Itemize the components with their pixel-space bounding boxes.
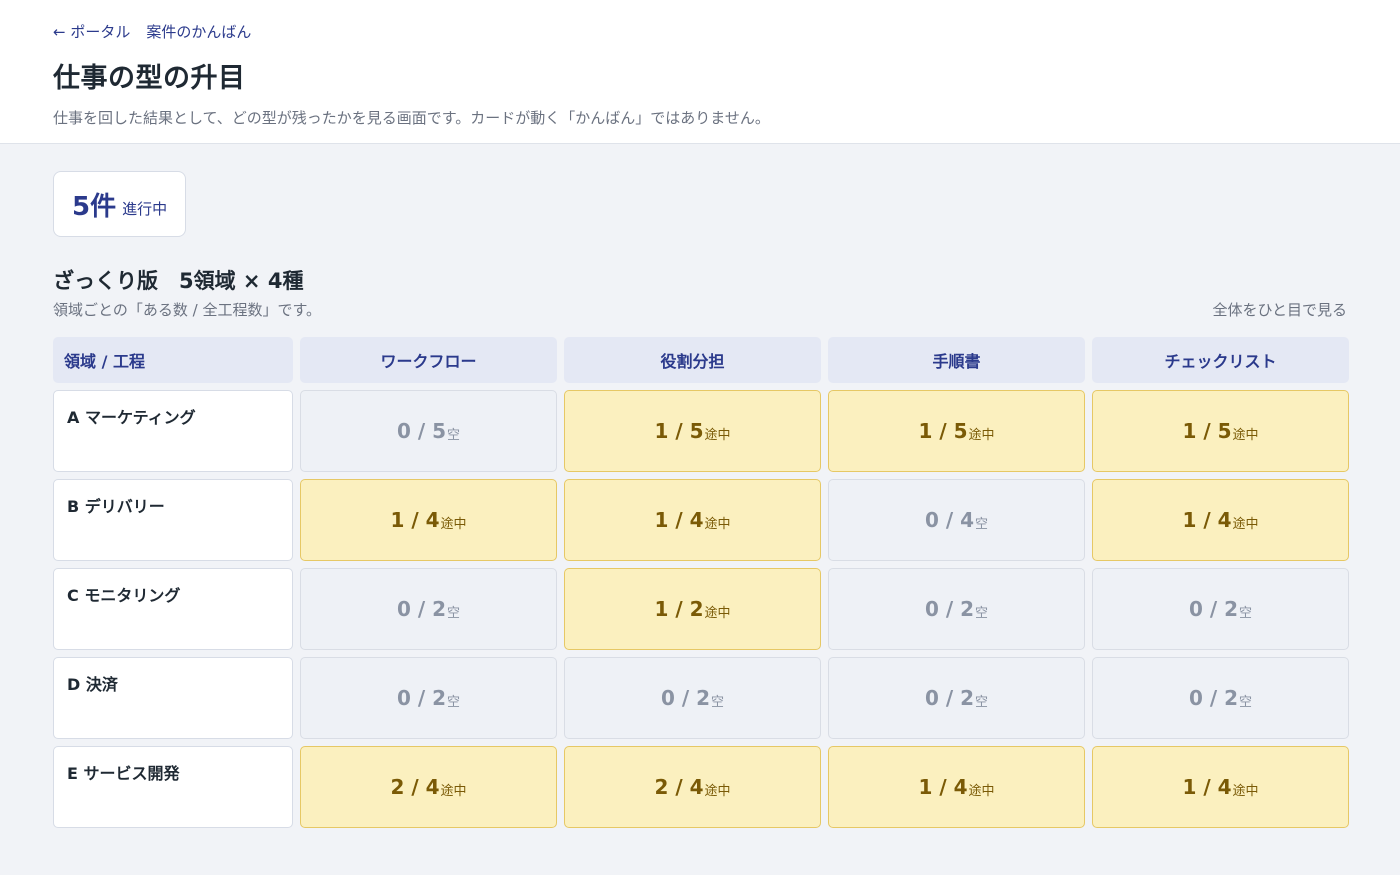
matrix-cell[interactable]: 0 / 2空: [1092, 657, 1349, 739]
cell-ratio: 0 / 2: [660, 686, 711, 710]
cell-ratio: 0 / 4: [924, 508, 975, 532]
cell-ratio: 1 / 4: [918, 775, 968, 799]
section-title: ざっくり版 5領域 × 4種: [53, 269, 304, 293]
cell-ratio: 2 / 4: [390, 775, 440, 799]
matrix-cell[interactable]: 0 / 2空: [828, 657, 1085, 739]
cell-status: 空: [975, 516, 989, 532]
cell-status: 途中: [1232, 427, 1259, 443]
cell-ratio: 1 / 4: [654, 508, 704, 532]
cell-ratio: 0 / 2: [924, 597, 975, 621]
page-title: 仕事の型の升目: [53, 63, 246, 94]
cell-ratio: 1 / 4: [1182, 775, 1232, 799]
cell-ratio: 1 / 5: [654, 419, 704, 443]
matrix-cell[interactable]: 1 / 5 途中: [564, 390, 821, 472]
matrix-cell[interactable]: 2 / 4 途中: [300, 746, 557, 828]
cell-status: 途中: [440, 783, 467, 799]
cell-ratio: 0 / 2: [396, 597, 447, 621]
cell-status: 途中: [1232, 783, 1259, 799]
cell-ratio: 2 / 4: [654, 775, 704, 799]
row-label: C モニタリング: [53, 568, 293, 650]
matrix-cell[interactable]: 0 / 5空: [300, 390, 557, 472]
cell-ratio: 1 / 2: [654, 597, 704, 621]
cell-status: 空: [711, 694, 725, 710]
column-header: 手順書: [828, 337, 1085, 383]
cell-ratio: 0 / 5: [396, 419, 447, 443]
matrix-cell[interactable]: 0 / 2空: [300, 657, 557, 739]
matrix-cell[interactable]: 1 / 5 途中: [1092, 390, 1349, 472]
section-header: ざっくり版 5領域 × 4種 領域ごとの「ある数 / 全工程数」です。 全体をひ…: [53, 265, 1347, 320]
cell-ratio: 1 / 5: [918, 419, 968, 443]
row-label: A マーケティング: [53, 390, 293, 472]
cell-ratio: 0 / 2: [924, 686, 975, 710]
cell-status: 途中: [704, 783, 731, 799]
matrix-cell[interactable]: 1 / 4 途中: [1092, 746, 1349, 828]
cell-status: 途中: [1232, 516, 1259, 532]
matrix-cell[interactable]: 1 / 4 途中: [828, 746, 1085, 828]
cell-ratio: 1 / 5: [1182, 419, 1232, 443]
column-header: 役割分担: [564, 337, 821, 383]
matrix-cell[interactable]: 1 / 2 途中: [564, 568, 821, 650]
matrix-cell[interactable]: 1 / 5 途中: [828, 390, 1085, 472]
in-progress-count-card: 5件 進行中: [53, 171, 187, 237]
cell-ratio: 1 / 4: [1182, 508, 1232, 532]
in-progress-count: 5件: [72, 191, 117, 222]
matrix-cell[interactable]: 0 / 2空: [1092, 568, 1349, 650]
matrix-cell[interactable]: 1 / 4 途中: [1092, 479, 1349, 561]
page-header: ← ポータル 案件のかんばん 仕事の型の升目 仕事を回した結果として、どの型が残…: [0, 0, 1400, 144]
cell-status: 空: [447, 694, 461, 710]
row-label: E サービス開発: [53, 746, 293, 828]
matrix-cell[interactable]: 2 / 4 途中: [564, 746, 821, 828]
pattern-matrix: 領域 / 工程 ワークフロー 役割分担 手順書 チェックリスト A マーケティン…: [53, 337, 1349, 835]
section-subtitle: 領域ごとの「ある数 / 全工程数」です。: [53, 301, 321, 319]
matrix-cell[interactable]: 0 / 2空: [300, 568, 557, 650]
page-description: 仕事を回した結果として、どの型が残ったかを見る画面です。カードが動く「かんばん」…: [53, 109, 770, 127]
main-content: 5件 進行中 ざっくり版 5領域 × 4種 領域ごとの「ある数 / 全工程数」で…: [0, 144, 1400, 835]
cell-status: 途中: [968, 427, 995, 443]
cell-ratio: 0 / 2: [1188, 597, 1239, 621]
matrix-cell[interactable]: 0 / 2空: [828, 568, 1085, 650]
column-header: ワークフロー: [300, 337, 557, 383]
matrix-corner-header: 領域 / 工程: [53, 337, 293, 383]
cell-ratio: 0 / 2: [396, 686, 447, 710]
cell-status: 空: [975, 605, 989, 621]
cell-status: 空: [1239, 694, 1253, 710]
cell-status: 途中: [440, 516, 467, 532]
cell-status: 途中: [704, 605, 731, 621]
breadcrumb: ← ポータル 案件のかんばん: [53, 20, 1347, 42]
cell-status: 空: [975, 694, 989, 710]
column-header: チェックリスト: [1092, 337, 1349, 383]
matrix-cell[interactable]: 1 / 4 途中: [564, 479, 821, 561]
kanban-link[interactable]: 案件のかんばん: [146, 21, 251, 42]
cell-ratio: 1 / 4: [390, 508, 440, 532]
cell-ratio: 0 / 2: [1188, 686, 1239, 710]
cell-status: 途中: [704, 427, 731, 443]
cell-status: 途中: [704, 516, 731, 532]
row-label: D 決済: [53, 657, 293, 739]
overview-link[interactable]: 全体をひと目で見る: [1212, 299, 1347, 320]
matrix-cell[interactable]: 0 / 2空: [564, 657, 821, 739]
cell-status: 空: [447, 605, 461, 621]
matrix-cell[interactable]: 1 / 4 途中: [300, 479, 557, 561]
cell-status: 空: [447, 427, 461, 443]
back-to-portal-link[interactable]: ← ポータル: [53, 21, 130, 42]
in-progress-label: 進行中: [122, 199, 168, 218]
cell-status: 空: [1239, 605, 1253, 621]
row-label: B デリバリー: [53, 479, 293, 561]
cell-status: 途中: [968, 783, 995, 799]
matrix-cell[interactable]: 0 / 4空: [828, 479, 1085, 561]
